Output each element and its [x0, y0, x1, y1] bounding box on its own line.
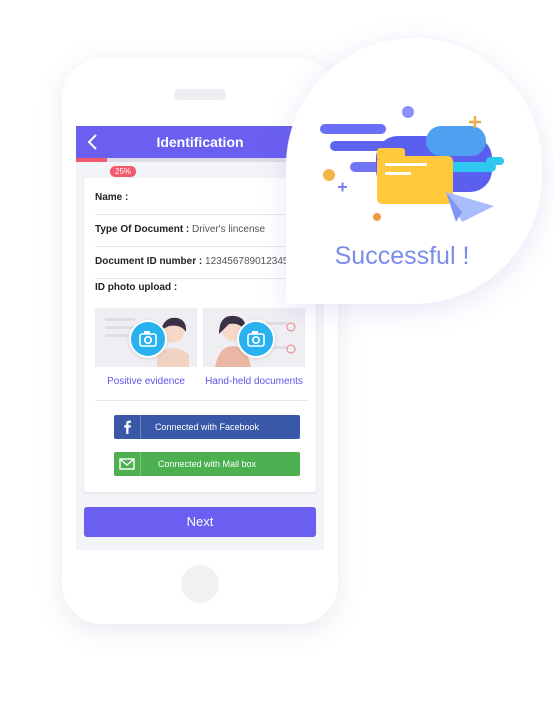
success-illustration: [320, 106, 504, 222]
document-id-row[interactable]: Document ID number : 123456789012345: [95, 246, 316, 279]
mail-icon: [114, 452, 141, 476]
facebook-connect-button[interactable]: Connected with Facebook: [114, 415, 300, 439]
camera-icon[interactable]: [129, 320, 167, 358]
folder-icon: [377, 148, 453, 204]
facebook-button-label: Connected with Facebook: [154, 422, 260, 432]
progress-badge: 25%: [110, 166, 137, 177]
form-card: Name : Type Of Document : Driver's lince…: [84, 178, 316, 492]
paper-plane-icon: [446, 192, 494, 222]
document-type-row[interactable]: Type Of Document : Driver's lincense: [95, 214, 316, 247]
progress-fill: [76, 158, 107, 162]
photo-hand-held-documents[interactable]: [203, 308, 305, 367]
document-id-value: 123456789012345: [205, 256, 289, 267]
home-button: [181, 565, 219, 603]
facebook-icon: [114, 415, 141, 439]
document-type-value: Driver's lincense: [192, 224, 266, 235]
phone-speaker: [174, 89, 226, 100]
success-bubble: Successful !: [286, 38, 542, 304]
success-message: Successful !: [334, 242, 470, 270]
document-type-label: Type Of Document :: [95, 224, 190, 235]
mailbox-connect-button[interactable]: Connected with Mail box: [114, 452, 300, 476]
photo-positive-evidence[interactable]: [95, 308, 197, 367]
name-row[interactable]: Name :: [95, 182, 316, 215]
hand-held-documents-caption: Hand-held documents: [205, 376, 303, 387]
upload-label: ID photo upload :: [95, 282, 178, 293]
divider: [95, 400, 308, 401]
document-id-label: Document ID number :: [95, 256, 203, 267]
mailbox-button-label: Connected with Mail box: [157, 459, 257, 469]
positive-evidence-caption: Positive evidence: [107, 376, 185, 387]
next-button[interactable]: Next: [84, 507, 316, 537]
name-label: Name :: [95, 192, 129, 203]
camera-icon[interactable]: [237, 320, 275, 358]
